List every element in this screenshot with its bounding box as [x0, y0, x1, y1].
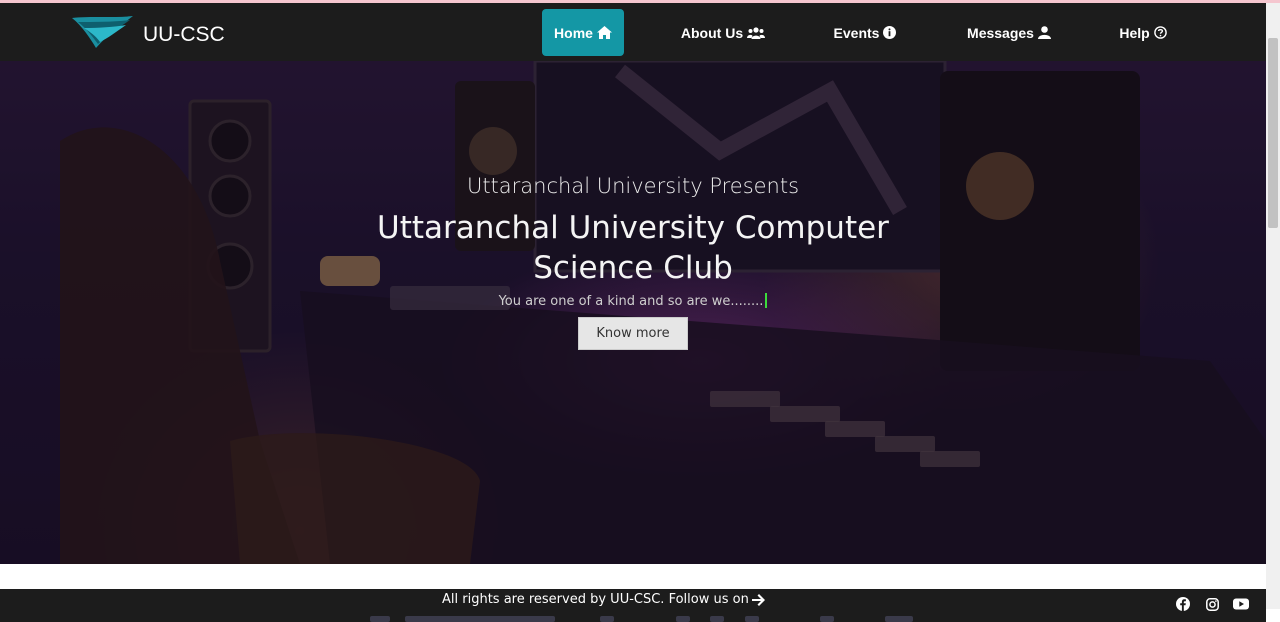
scrollbar-thumb[interactable]: [1268, 38, 1278, 228]
info-circle-icon: [883, 26, 897, 39]
nav-help-label: Help: [1119, 24, 1150, 41]
facebook-icon[interactable]: [1175, 596, 1191, 612]
nav-messages[interactable]: Messages: [956, 9, 1062, 56]
brand[interactable]: UU-CSC: [70, 12, 225, 57]
typing-cursor: [765, 293, 768, 308]
nav-home-label: Home: [554, 24, 593, 41]
wing-logo-icon: [70, 12, 134, 57]
instagram-icon[interactable]: [1204, 596, 1220, 612]
arrow-right-icon: [751, 593, 765, 606]
nav-events[interactable]: Events: [822, 9, 908, 56]
nav-events-label: Events: [833, 24, 880, 41]
hero-subtitle: Uttaranchal University Presents: [466, 174, 800, 198]
nav-about-us[interactable]: About Us: [670, 9, 776, 56]
brand-name: UU-CSC: [143, 22, 225, 46]
nav-about-label: About Us: [680, 24, 744, 41]
navbar: UU-CSC Home About Us Events Messages Hel…: [0, 3, 1266, 61]
footer-copyright: All rights are reserved by UU-CSC. Follo…: [442, 592, 749, 607]
hero-tagline-text: You are one of a kind and so are we.....…: [498, 294, 764, 309]
question-circle-icon: [1153, 26, 1167, 39]
hero-banner: Uttaranchal University Presents Uttaranc…: [0, 61, 1266, 564]
user-icon: [1037, 26, 1051, 39]
hero-tagline: You are one of a kind and so are we.....…: [0, 293, 1266, 309]
os-taskbar-peek: [0, 614, 1266, 622]
nav-messages-label: Messages: [967, 24, 1034, 41]
users-icon: [747, 26, 766, 39]
footer-text: All rights are reserved by UU-CSC. Follo…: [442, 592, 765, 607]
hero-title: Uttaranchal University Computer Science …: [377, 210, 889, 286]
nav-help[interactable]: Help: [1108, 9, 1178, 56]
hero-overlay: [0, 61, 1266, 564]
know-more-button[interactable]: Know more: [578, 317, 688, 350]
youtube-icon[interactable]: [1233, 596, 1249, 612]
nav-home[interactable]: Home: [542, 9, 624, 56]
home-icon: [596, 26, 612, 39]
